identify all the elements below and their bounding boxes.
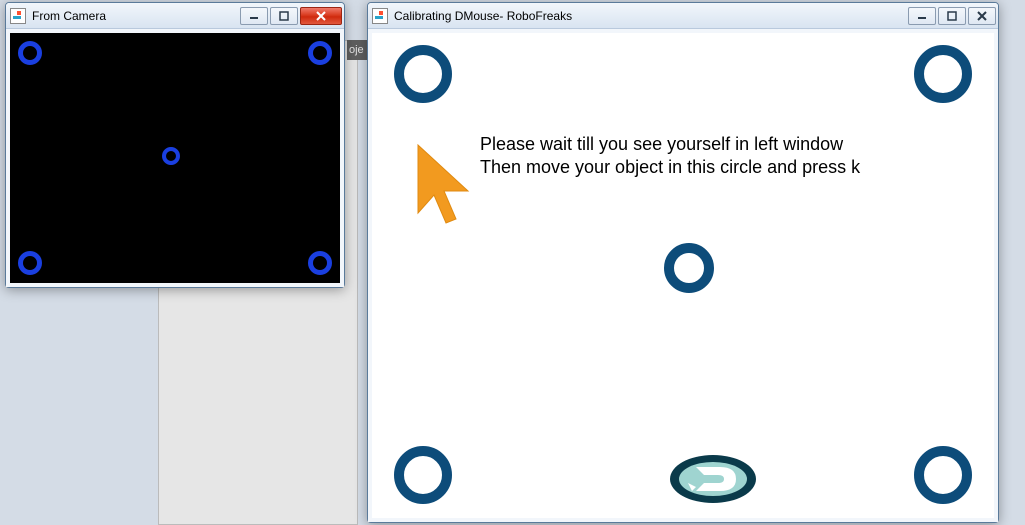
calibration-circle-icon	[18, 251, 42, 275]
window-controls	[240, 7, 342, 25]
calibration-circle-icon	[162, 147, 180, 165]
calibration-target-icon	[664, 243, 714, 293]
app-icon	[372, 8, 388, 24]
cursor-arrow-icon	[414, 143, 474, 233]
calibration-target-icon	[914, 45, 972, 103]
calibration-circle-icon	[18, 41, 42, 65]
dmouse-logo-icon	[668, 453, 758, 505]
minimize-button[interactable]	[908, 7, 936, 25]
calibration-target-icon	[394, 446, 452, 504]
calibration-target-icon	[914, 446, 972, 504]
calibration-circle-icon	[308, 41, 332, 65]
app-icon	[10, 8, 26, 24]
maximize-button[interactable]	[270, 7, 298, 25]
calibrate-canvas: Please wait till you see yourself in lef…	[372, 33, 994, 518]
calibrate-frame: Please wait till you see yourself in lef…	[368, 29, 998, 522]
calibrate-window: Calibrating DMouse- RoboFreaks Please wa…	[367, 2, 999, 523]
camera-window-title: From Camera	[32, 9, 240, 23]
minimize-button[interactable]	[240, 7, 268, 25]
close-button[interactable]	[968, 7, 996, 25]
calibrate-window-title: Calibrating DMouse- RoboFreaks	[394, 9, 908, 23]
close-button[interactable]	[300, 7, 342, 25]
instruction-text: Please wait till you see yourself in lef…	[480, 133, 930, 180]
camera-frame	[6, 29, 344, 287]
camera-feed	[10, 33, 340, 283]
camera-window: From Camera	[5, 2, 345, 288]
calibration-target-icon	[394, 45, 452, 103]
maximize-button[interactable]	[938, 7, 966, 25]
calibrate-titlebar[interactable]: Calibrating DMouse- RoboFreaks	[368, 3, 998, 29]
calibration-circle-icon	[308, 251, 332, 275]
window-controls	[908, 7, 996, 25]
camera-titlebar[interactable]: From Camera	[6, 3, 344, 29]
instruction-line2: Then move your object in this circle and…	[480, 157, 860, 177]
instruction-line1: Please wait till you see yourself in lef…	[480, 134, 843, 154]
